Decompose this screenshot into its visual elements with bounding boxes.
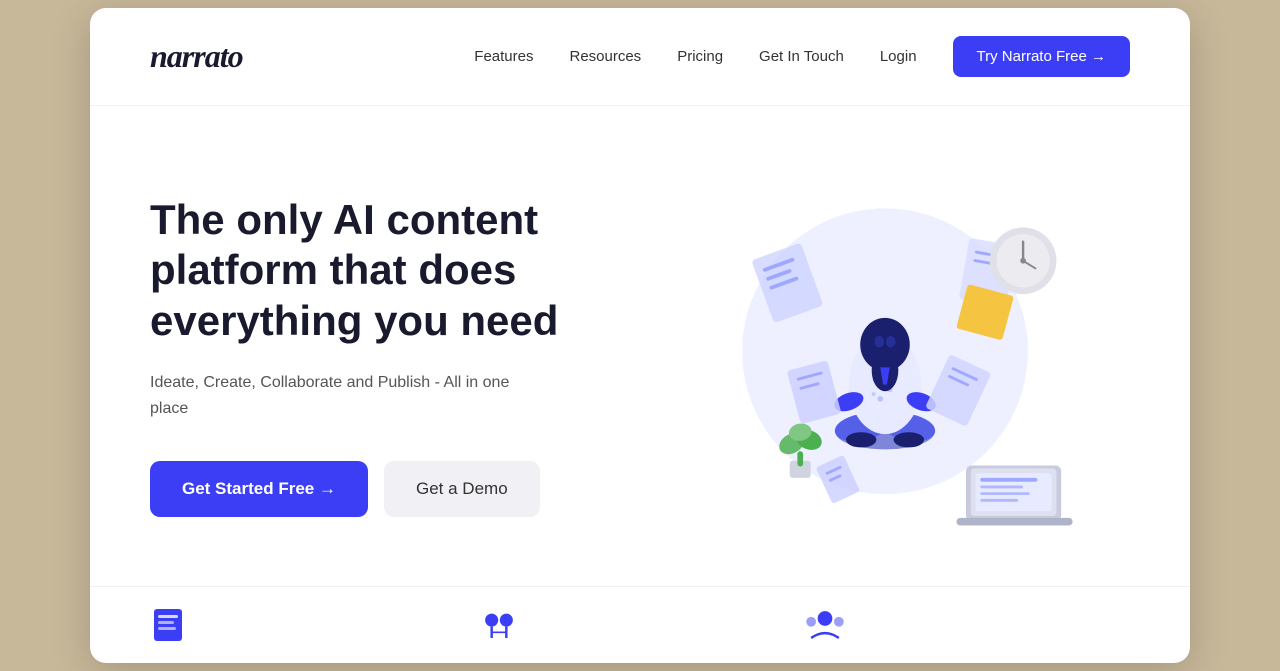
nav-features[interactable]: Features xyxy=(474,48,533,65)
team-icon xyxy=(803,607,847,643)
hero-illustration xyxy=(640,166,1130,546)
nav-links: Features Resources Pricing Get In Touch … xyxy=(474,36,1130,77)
hero-subtitle: Ideate, Create, Collaborate and Publish … xyxy=(150,370,530,421)
hero-buttons: Get Started Free → Get a Demo xyxy=(150,461,640,517)
nav-pricing[interactable]: Pricing xyxy=(677,48,723,65)
logo[interactable]: narrato xyxy=(150,38,243,75)
hero-left: The only AI content platform that does e… xyxy=(150,195,640,517)
nav-login[interactable]: Login xyxy=(880,48,917,65)
hero-section: The only AI content platform that does e… xyxy=(90,106,1190,586)
browser-window: narrato Features Resources Pricing Get I… xyxy=(90,8,1190,663)
nav-cta-button[interactable]: Try Narrato Free → xyxy=(953,36,1130,77)
navigation: narrato Features Resources Pricing Get I… xyxy=(90,8,1190,106)
get-started-button[interactable]: Get Started Free → xyxy=(150,461,368,517)
document-icon xyxy=(150,607,194,643)
hero-svg xyxy=(685,181,1085,531)
bottom-item-team xyxy=(803,607,1130,643)
hero-title: The only AI content platform that does e… xyxy=(150,195,640,346)
get-demo-button[interactable]: Get a Demo xyxy=(384,461,540,517)
nav-resources[interactable]: Resources xyxy=(569,48,641,65)
bottom-item-document xyxy=(150,607,477,643)
bottom-item-collaboration xyxy=(477,607,804,643)
nav-contact[interactable]: Get In Touch xyxy=(759,48,844,65)
users-icon xyxy=(477,607,521,643)
bottom-bar xyxy=(90,586,1190,663)
